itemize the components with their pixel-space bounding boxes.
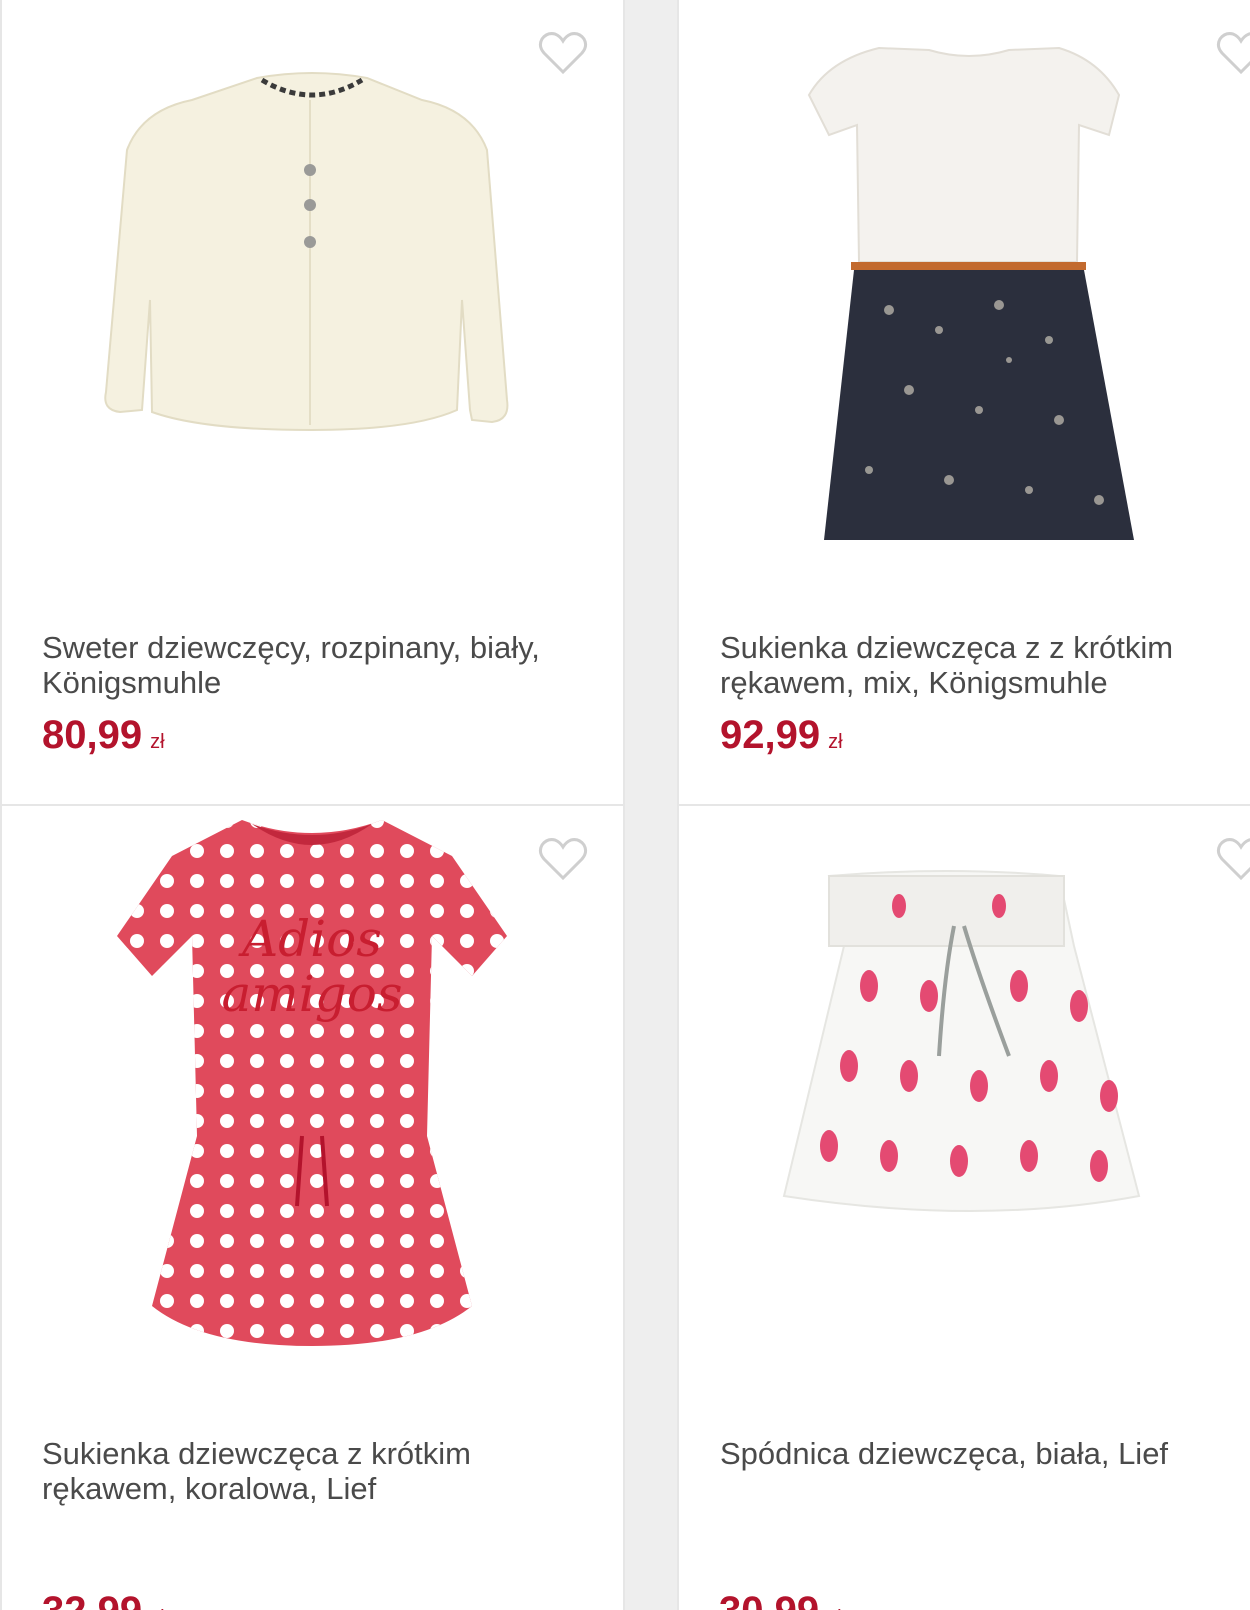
product-card[interactable]: Sweter dziewczęcy, rozpinany, biały, Kön… bbox=[0, 0, 625, 806]
favorite-heart-icon[interactable] bbox=[1216, 30, 1250, 76]
product-price: 80,99 zł bbox=[42, 712, 165, 765]
product-image[interactable] bbox=[679, 0, 1250, 600]
price-value: 92,99 bbox=[720, 713, 821, 757]
product-image[interactable] bbox=[679, 806, 1250, 1406]
product-card[interactable]: Sukienka dziewczęca z z krótkim rękawem,… bbox=[677, 0, 1250, 806]
price-value: 30,99 bbox=[719, 1589, 819, 1610]
polka-dot-dress-image: Adios amigos bbox=[117, 820, 507, 1346]
product-grid: Sweter dziewczęcy, rozpinany, biały, Kön… bbox=[0, 0, 1250, 1610]
price-currency: zł bbox=[150, 731, 165, 753]
svg-text:Adios: Adios bbox=[238, 910, 382, 968]
product-price: 30,99zł bbox=[719, 1588, 842, 1610]
product-image[interactable]: Adios amigos bbox=[2, 806, 623, 1406]
price-value: 32,99 bbox=[42, 1589, 142, 1610]
product-title[interactable]: Sweter dziewczęcy, rozpinany, biały, Kön… bbox=[42, 630, 562, 700]
favorite-heart-icon[interactable] bbox=[538, 30, 588, 76]
product-price: 32,99zł bbox=[42, 1588, 165, 1610]
price-currency: zł bbox=[828, 731, 843, 753]
flamingo-skirt-image bbox=[782, 870, 1141, 1212]
product-image[interactable] bbox=[2, 0, 623, 600]
product-price: 92,99 zł bbox=[720, 712, 843, 765]
product-title[interactable]: Sukienka dziewczęca z krótkim rękawem, k… bbox=[42, 1436, 562, 1506]
product-card[interactable]: Spódnica dziewczęca, biała, Lief 30,99zł bbox=[677, 806, 1250, 1610]
product-title[interactable]: Spódnica dziewczęca, biała, Lief bbox=[720, 1436, 1240, 1471]
dress-image bbox=[807, 46, 1134, 540]
svg-text:amigos: amigos bbox=[222, 965, 403, 1023]
product-title[interactable]: Sukienka dziewczęca z z krótkim rękawem,… bbox=[720, 630, 1240, 700]
cardigan-image bbox=[104, 72, 509, 432]
favorite-heart-icon[interactable] bbox=[538, 836, 588, 882]
price-value: 80,99 bbox=[42, 713, 143, 757]
product-card[interactable]: Adios amigos Sukienka dziewczęca z krótk… bbox=[0, 806, 625, 1610]
favorite-heart-icon[interactable] bbox=[1216, 836, 1250, 882]
